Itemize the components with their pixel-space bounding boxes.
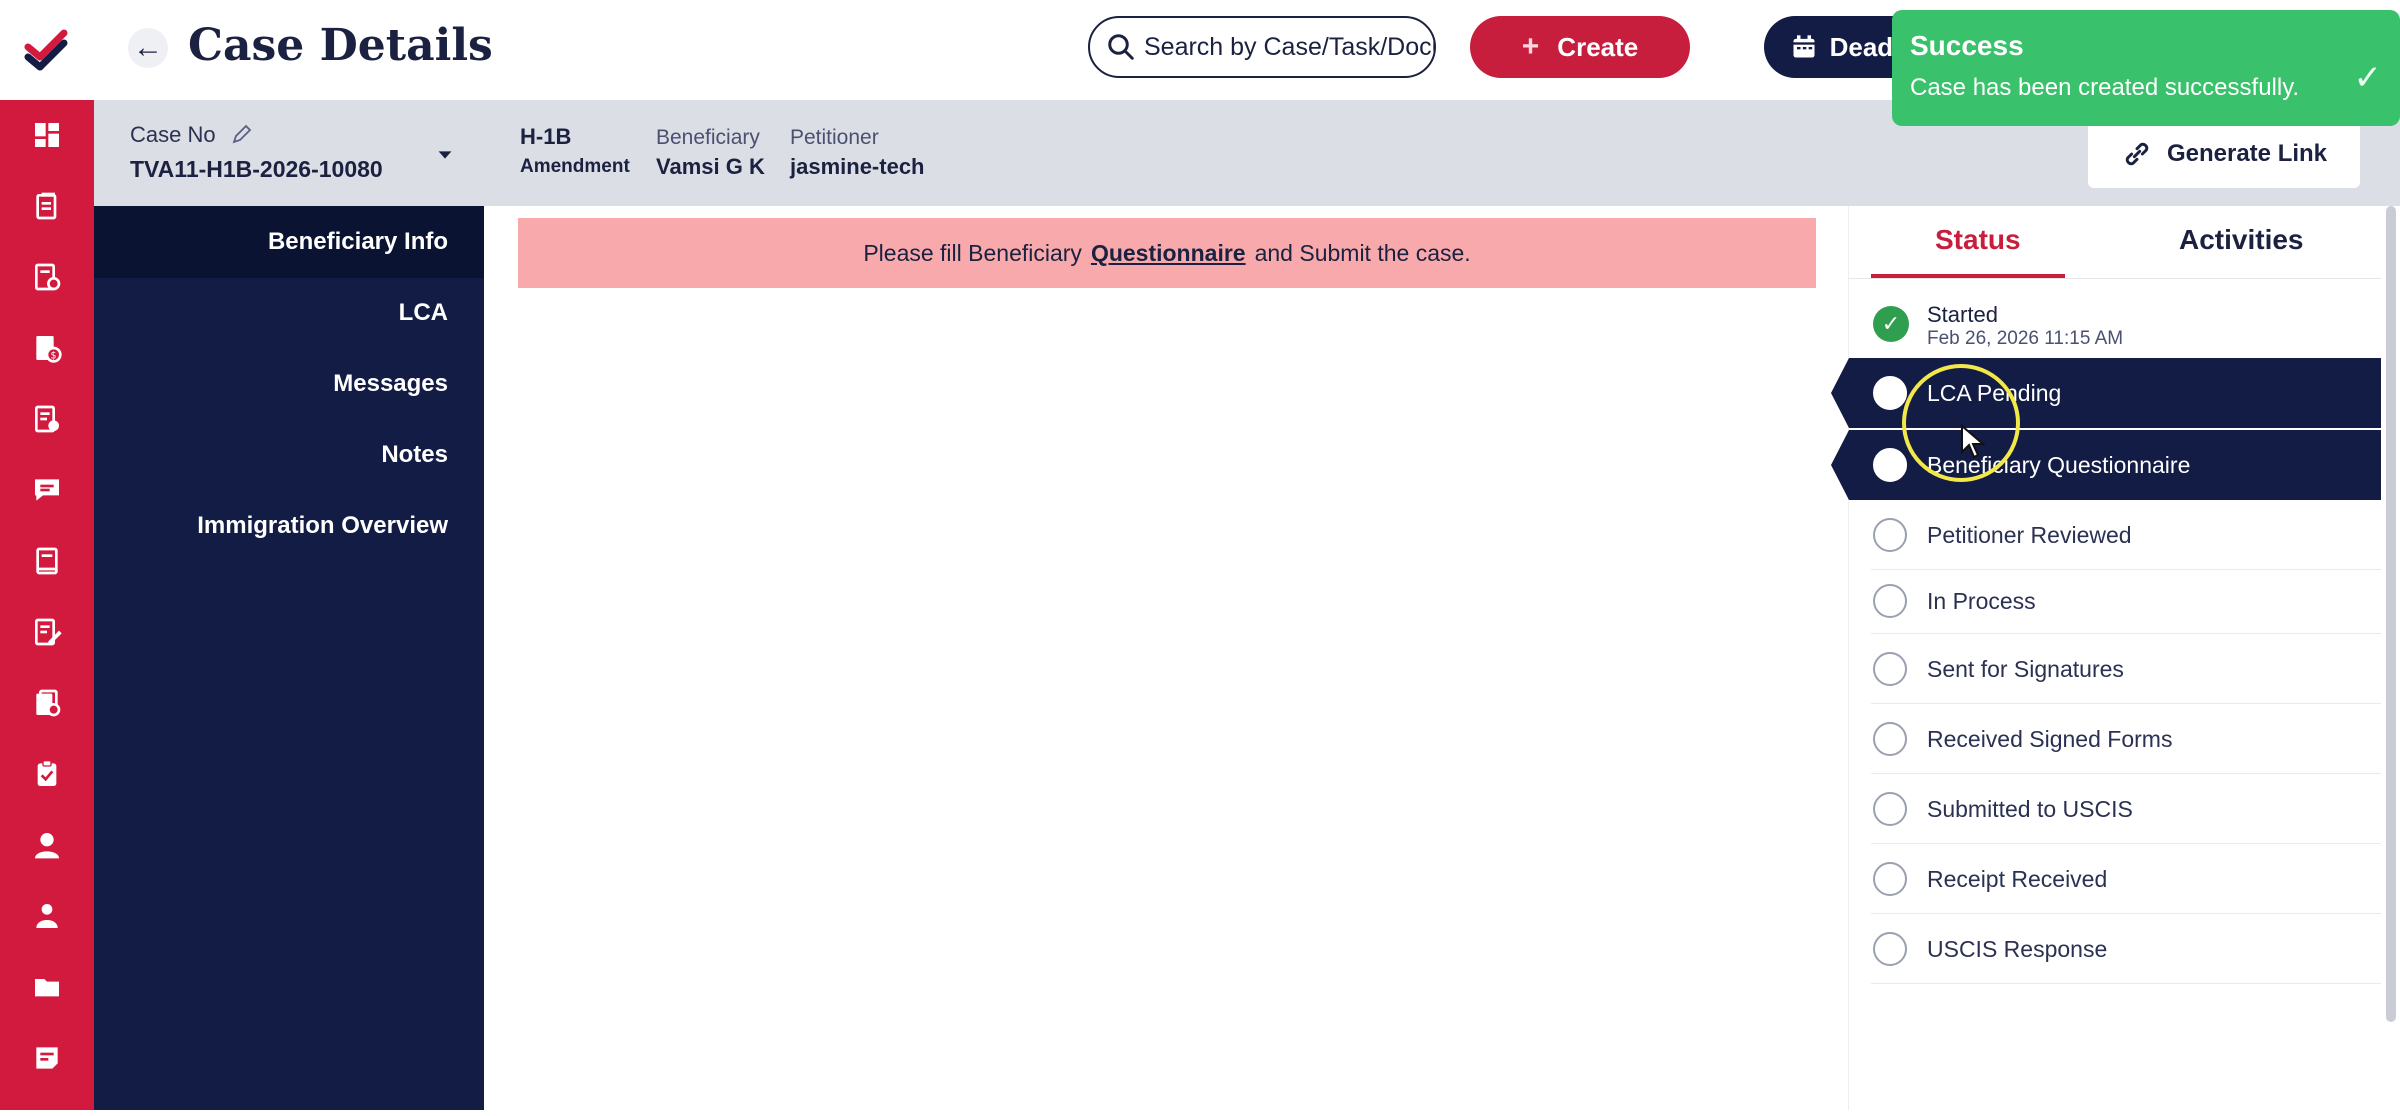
- page-title: Case Details: [188, 20, 493, 71]
- cases-icon[interactable]: [27, 186, 67, 226]
- folder-icon[interactable]: [27, 967, 67, 1007]
- petitioner-label: Petitioner: [790, 126, 879, 149]
- back-arrow-icon[interactable]: ←: [128, 28, 168, 68]
- step-circle-icon: [1873, 862, 1907, 896]
- page-scrollbar[interactable]: [2386, 206, 2396, 1022]
- step-label: Received Signed Forms: [1927, 726, 2173, 752]
- questionnaire-link[interactable]: Questionnaire: [1091, 240, 1246, 267]
- step-circle-icon: [1873, 448, 1907, 482]
- success-toast[interactable]: Success Case has been created successful…: [1892, 10, 2400, 126]
- step-label: Receipt Received: [1927, 866, 2108, 892]
- document-check-icon[interactable]: [27, 257, 67, 297]
- alert-text-before: Please fill Beneficiary: [863, 239, 1082, 266]
- toast-title: Success: [1910, 30, 2024, 61]
- case-number: TVA11-H1B-2026-10080: [130, 156, 383, 182]
- nav-item-immigration-overview[interactable]: Immigration Overview: [197, 512, 448, 540]
- dashboard-icon[interactable]: [27, 115, 67, 155]
- petitioner-name[interactable]: jasmine-tech: [790, 154, 925, 180]
- step-label: Started: [1927, 302, 1998, 327]
- chat-icon[interactable]: [27, 470, 67, 510]
- alert-text-after: and Submit the case.: [1254, 239, 1471, 266]
- search-input[interactable]: [1144, 32, 1434, 62]
- edit-pencil-icon[interactable]: [230, 122, 254, 146]
- svg-text:$: $: [50, 351, 56, 362]
- generate-link-label: Generate Link: [2166, 140, 2328, 167]
- approvals-icon[interactable]: [27, 683, 67, 723]
- questionnaire-alert: Please fill Beneficiary Questionnaire an…: [518, 218, 1816, 288]
- left-rail: $: [0, 0, 94, 1110]
- step-label: Submitted to USCIS: [1927, 796, 2133, 822]
- beneficiary-name[interactable]: Vamsi G K: [656, 154, 765, 180]
- status-step-beneficiary-questionnaire[interactable]: Beneficiary Questionnaire: [1831, 430, 2381, 500]
- nav-item-beneficiary-info[interactable]: Beneficiary Info: [268, 228, 448, 256]
- notes-edit-icon[interactable]: [27, 612, 67, 652]
- calendar-icon: [1793, 35, 1815, 58]
- step-notch: [1831, 358, 1849, 428]
- tab-divider: [1849, 278, 2381, 279]
- billing-icon[interactable]: $: [27, 328, 67, 368]
- status-step-submitted-to-uscis[interactable]: Submitted to USCIS: [1849, 774, 2381, 844]
- create-button[interactable]: + Create: [1470, 16, 1690, 78]
- ledger-icon[interactable]: [27, 541, 67, 581]
- tab-status[interactable]: Status: [1935, 224, 2021, 256]
- check-circle-icon: ✓: [1873, 306, 1909, 342]
- step-label: Sent for Signatures: [1927, 656, 2124, 682]
- clipboard-icon[interactable]: [27, 754, 67, 794]
- chevron-down-icon[interactable]: [434, 144, 456, 166]
- case-no-label: Case No: [130, 122, 216, 147]
- plus-icon: +: [1521, 30, 1540, 63]
- nav-item-lca[interactable]: LCA: [399, 299, 448, 327]
- step-circle-icon: [1873, 792, 1907, 826]
- search-icon: [1108, 34, 1134, 60]
- step-circle-icon: [1873, 518, 1907, 552]
- status-step-receipt-received[interactable]: Receipt Received: [1849, 844, 2381, 914]
- beneficiary-label: Beneficiary: [656, 126, 760, 149]
- case-sub-type: Amendment: [520, 156, 630, 177]
- step-label: In Process: [1927, 588, 2036, 614]
- reports-icon[interactable]: [27, 1038, 67, 1078]
- nav-item-messages[interactable]: Messages: [333, 370, 448, 398]
- step-circle-icon: [1873, 584, 1907, 618]
- status-step-received-signed-forms[interactable]: Received Signed Forms: [1849, 704, 2381, 774]
- step-circle-icon: [1873, 722, 1907, 756]
- forms-icon[interactable]: [27, 399, 67, 439]
- app-logo[interactable]: [0, 0, 94, 100]
- user-icon[interactable]: [27, 825, 67, 865]
- mouse-pointer-icon: [1961, 424, 1986, 459]
- status-panel: Status Activities ✓ Started Feb 26, 2026…: [1831, 206, 2381, 1110]
- case-section-nav: Beneficiary Info LCA Messages Notes Immi…: [94, 206, 484, 1110]
- generate-link-button[interactable]: Generate Link: [2088, 120, 2360, 188]
- status-step-in-process[interactable]: In Process: [1849, 570, 2381, 634]
- status-step-sent-for-signatures[interactable]: Sent for Signatures: [1849, 634, 2381, 704]
- logo-icon: [24, 29, 68, 71]
- status-step-started[interactable]: ✓ Started Feb 26, 2026 11:15 AM: [1849, 286, 2381, 358]
- step-circle-icon: [1873, 652, 1907, 686]
- step-notch: [1831, 430, 1849, 500]
- status-step-uscis-response[interactable]: USCIS Response: [1849, 914, 2381, 984]
- step-label: USCIS Response: [1927, 936, 2108, 962]
- step-date: Feb 26, 2026 11:15 AM: [1927, 328, 2124, 349]
- contacts-icon[interactable]: [27, 896, 67, 936]
- check-icon: ✓: [2353, 59, 2383, 97]
- search-box[interactable]: [1088, 16, 1436, 78]
- tab-activities[interactable]: Activities: [2179, 224, 2304, 256]
- status-step-lca-pending[interactable]: LCA Pending: [1831, 358, 2381, 428]
- toast-message: Case has been created successfully.: [1910, 74, 2300, 101]
- create-button-label: Create: [1557, 31, 1639, 62]
- visa-type: H-1B: [520, 124, 572, 149]
- step-label: Petitioner Reviewed: [1927, 522, 2132, 548]
- nav-item-notes[interactable]: Notes: [381, 441, 448, 469]
- step-label: LCA Pending: [1927, 380, 2062, 406]
- step-circle-icon: [1873, 932, 1907, 966]
- status-step-petitioner-reviewed[interactable]: Petitioner Reviewed: [1849, 500, 2381, 570]
- link-icon: [2125, 142, 2149, 166]
- step-circle-icon: [1873, 376, 1907, 410]
